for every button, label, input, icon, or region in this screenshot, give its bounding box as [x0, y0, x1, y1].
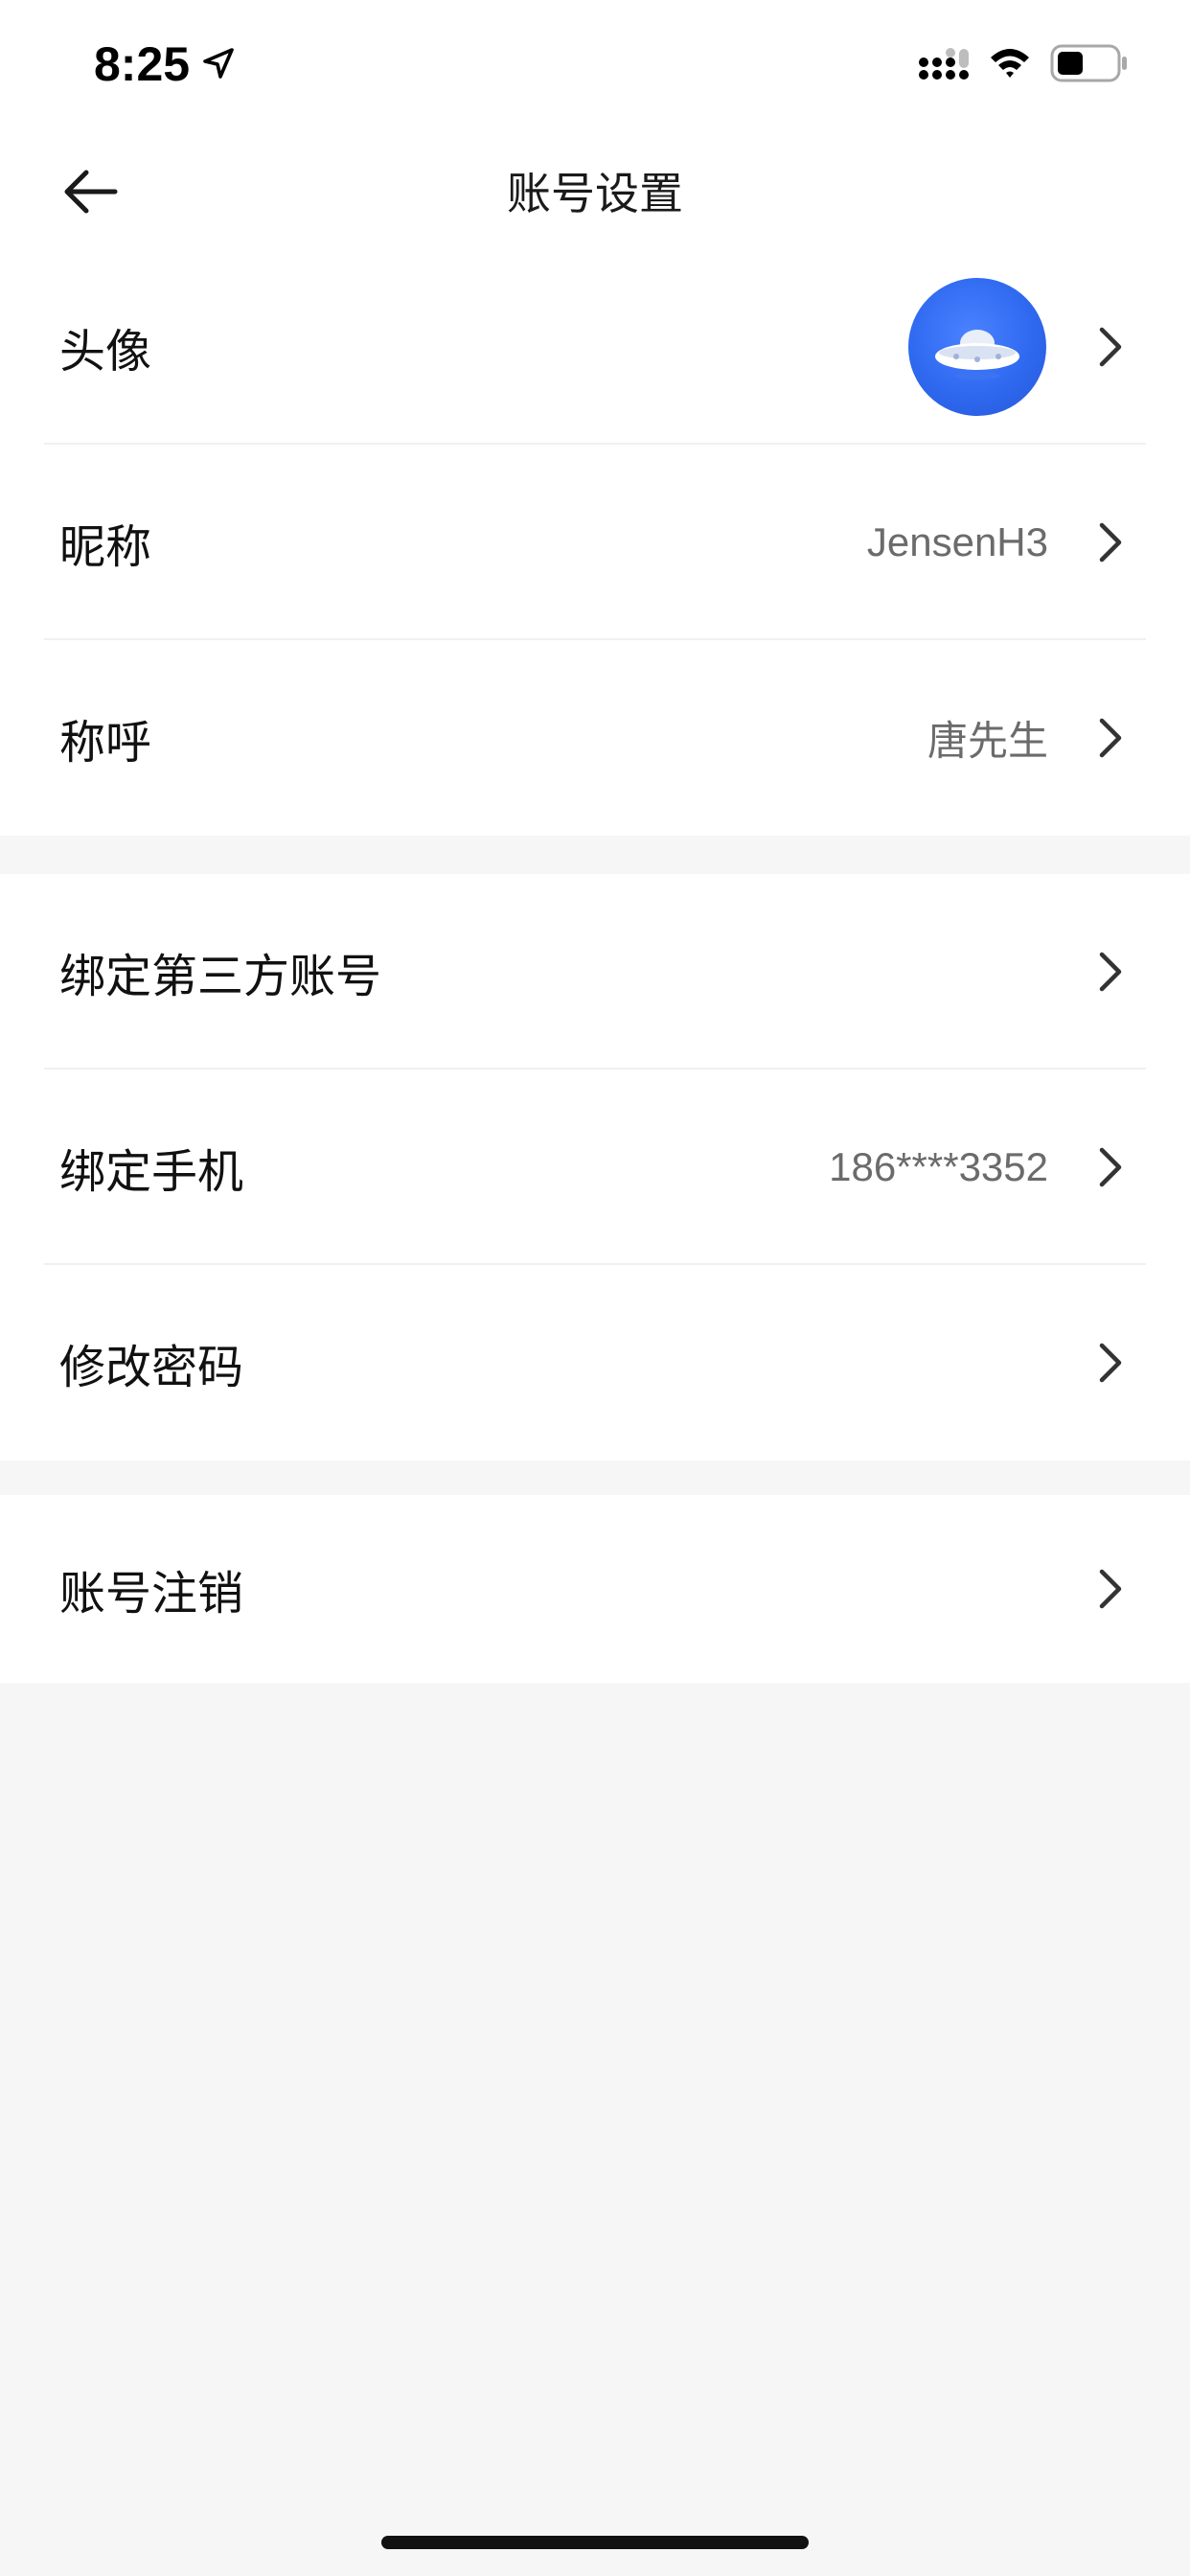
location-arrow-icon — [203, 48, 234, 79]
salutation-value: 唐先生 — [927, 718, 1048, 764]
profile-group: 头像 昵称 JensenH3 称呼 唐先生 — [0, 249, 1190, 836]
battery-icon — [1050, 44, 1127, 82]
avatar[interactable] — [908, 278, 1046, 416]
account-deletion-label: 账号注销 — [59, 1567, 244, 1621]
chevron-right-icon — [1099, 327, 1122, 367]
phone-binding-row[interactable]: 绑定手机 186****3352 — [0, 1070, 1190, 1265]
chevron-right-icon — [1099, 1147, 1122, 1187]
account-settings-page: 8:25 账号设置 头像 昵称 JensenH3 称呼 唐先生 绑定第三方账号 … — [0, 0, 1190, 2576]
change-password-row[interactable]: 修改密码 — [0, 1265, 1190, 1460]
account-deletion-group: 账号注销 — [0, 1495, 1190, 1683]
chevron-right-icon — [1099, 718, 1122, 758]
chevron-right-icon — [1099, 1343, 1122, 1383]
status-bar: 8:25 — [0, 0, 1190, 130]
status-time: 8:25 — [94, 37, 191, 91]
third-party-binding-label: 绑定第三方账号 — [59, 950, 382, 1003]
phone-number-value: 186****3352 — [829, 1144, 1048, 1189]
chevron-right-icon — [1099, 952, 1122, 992]
change-password-label: 修改密码 — [59, 1341, 244, 1394]
security-group: 绑定第三方账号 绑定手机 186****3352 修改密码 — [0, 874, 1190, 1460]
phone-binding-label: 绑定手机 — [59, 1145, 244, 1199]
avatar-row[interactable]: 头像 — [0, 249, 1190, 445]
salutation-row[interactable]: 称呼 唐先生 — [0, 640, 1190, 836]
home-indicator — [381, 2536, 809, 2549]
navigation-bar: 账号设置 — [0, 130, 1190, 249]
nickname-label: 昵称 — [59, 520, 152, 574]
ufo-avatar-icon — [935, 330, 1019, 380]
signal-icon — [919, 48, 969, 80]
page-title: 账号设置 — [507, 168, 683, 219]
chevron-right-icon — [1099, 1569, 1122, 1609]
third-party-binding-row[interactable]: 绑定第三方账号 — [0, 874, 1190, 1070]
account-deletion-row[interactable]: 账号注销 — [0, 1495, 1190, 1683]
nickname-value: JensenH3 — [866, 519, 1048, 564]
wifi-icon — [991, 49, 1029, 78]
salutation-label: 称呼 — [59, 716, 152, 770]
avatar-label: 头像 — [59, 325, 152, 379]
nickname-row[interactable]: 昵称 JensenH3 — [0, 445, 1190, 640]
chevron-right-icon — [1099, 522, 1122, 563]
